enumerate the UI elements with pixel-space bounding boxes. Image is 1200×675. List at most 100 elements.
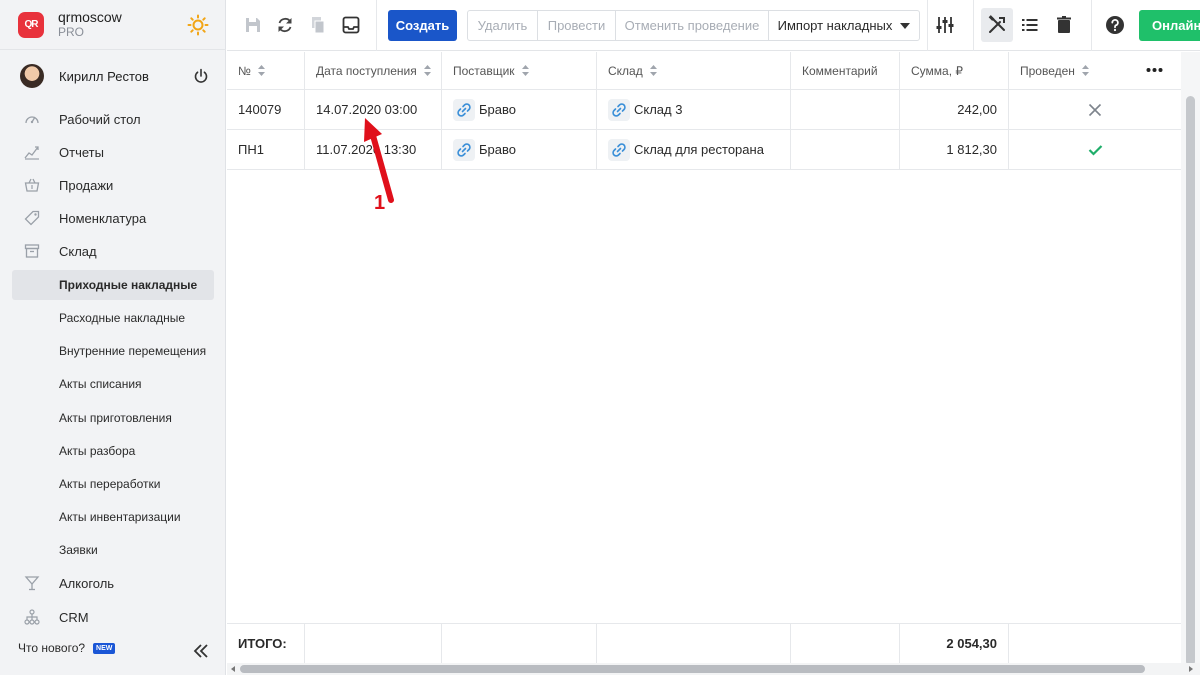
- link-icon[interactable]: [608, 138, 630, 161]
- cell-number: ПН1: [227, 130, 305, 169]
- nav-subitem-processing-acts[interactable]: Акты переработки: [12, 469, 214, 499]
- brand-block[interactable]: QR qrmoscow PRO: [0, 0, 226, 50]
- save-icon[interactable]: [243, 15, 263, 35]
- total-label: ИТОГО:: [227, 624, 305, 663]
- nav-label: Акты приготовления: [59, 411, 172, 425]
- nav-item-nomenclature[interactable]: Номенклатура: [12, 203, 214, 233]
- horizontal-scrollbar[interactable]: [227, 663, 1200, 675]
- user-profile[interactable]: Кирилл Рестов: [0, 58, 226, 94]
- nav-item-warehouse[interactable]: Склад: [12, 236, 214, 266]
- create-button[interactable]: Создать: [388, 10, 457, 41]
- column-header-comment[interactable]: Комментарий: [791, 52, 900, 89]
- horizontal-scroll-thumb[interactable]: [240, 665, 1145, 673]
- scroll-right-arrow-icon[interactable]: [1189, 666, 1193, 672]
- brand-plan: PRO: [58, 24, 85, 39]
- cell-warehouse: Склад для ресторана: [597, 130, 791, 169]
- whats-new-link[interactable]: Что нового? NEW: [18, 641, 116, 655]
- nav-label: Приходные накладные: [59, 278, 198, 292]
- warehouse-name: Склад для ресторана: [634, 142, 764, 157]
- unpost-button[interactable]: Отменить проведение: [616, 11, 769, 40]
- column-header-warehouse[interactable]: Склад: [597, 52, 791, 89]
- org-chart-icon: [24, 609, 40, 625]
- help-icon[interactable]: [1105, 15, 1125, 35]
- nav-item-sales[interactable]: Продажи: [12, 170, 214, 200]
- link-icon[interactable]: [453, 138, 475, 161]
- column-header-sum[interactable]: Сумма, ₽: [900, 52, 1009, 89]
- posted-check-icon: [1088, 144, 1102, 156]
- supplier-name: Браво: [479, 102, 516, 117]
- scroll-left-arrow-icon[interactable]: [231, 666, 235, 672]
- nav-item-dashboard[interactable]: Рабочий стол: [12, 104, 214, 134]
- list-icon[interactable]: [1020, 15, 1040, 35]
- trash-icon[interactable]: [1054, 15, 1074, 35]
- post-button[interactable]: Провести: [538, 11, 616, 40]
- nav-item-crm[interactable]: CRM: [12, 602, 214, 632]
- nav-subitem-internal-transfers[interactable]: Внутренние перемещения: [12, 336, 214, 366]
- nav-label: Рабочий стол: [59, 111, 141, 127]
- column-header-date[interactable]: Дата поступления: [305, 52, 442, 89]
- cocktail-icon: [24, 576, 40, 591]
- link-icon[interactable]: [453, 98, 475, 121]
- nav-subitem-incoming-invoices[interactable]: Приходные накладные: [12, 270, 214, 300]
- table-header: № Дата поступления Поставщик Склад Комме…: [227, 52, 1181, 90]
- power-icon[interactable]: [193, 68, 209, 84]
- nav-label: Расходные накладные: [59, 311, 186, 325]
- cell-date: 11.07.2020 13:30: [305, 130, 442, 169]
- nav-label: CRM: [59, 609, 89, 625]
- collapse-sidebar-icon[interactable]: [193, 644, 209, 658]
- table-row[interactable]: ПН1 11.07.2020 13:30 Браво Склад для рес…: [227, 130, 1181, 170]
- toolbar: Создать Удалить Провести Отменить провед…: [227, 0, 1200, 51]
- reports-icon: [24, 146, 39, 160]
- more-options-icon[interactable]: [1146, 67, 1163, 73]
- nav-subitem-requests[interactable]: Заявки: [12, 535, 214, 565]
- nav-subitem-cooking-acts[interactable]: Акты приготовления: [12, 403, 214, 433]
- chevron-down-icon: [900, 22, 911, 29]
- filter-sliders-icon[interactable]: [935, 15, 955, 35]
- column-header-supplier[interactable]: Поставщик: [442, 52, 597, 89]
- cell-sum: 242,00: [900, 90, 1009, 129]
- cell-supplier: Браво: [442, 130, 597, 169]
- brand-name: qrmoscow: [58, 8, 122, 25]
- nav-subitem-inventory-acts[interactable]: Акты инвентаризации: [12, 502, 214, 532]
- new-badge: NEW: [93, 642, 116, 654]
- cell-sum: 1 812,30: [900, 130, 1009, 169]
- inbox-icon[interactable]: [341, 15, 361, 35]
- brand-logo: QR: [18, 11, 44, 38]
- cell-supplier: Браво: [442, 90, 597, 129]
- tools-icon[interactable]: [987, 15, 1007, 35]
- vertical-scroll-thumb[interactable]: [1186, 96, 1195, 666]
- import-invoices-dropdown[interactable]: Импорт накладных: [769, 11, 919, 40]
- warehouse-name: Склад 3: [634, 102, 683, 117]
- copy-icon[interactable]: [308, 15, 328, 35]
- vertical-scrollbar[interactable]: [1181, 52, 1200, 666]
- sidebar: QR qrmoscow PRO Кирилл Рестов Рабочий ст…: [0, 0, 226, 675]
- nav-label: Склад: [59, 243, 97, 259]
- sort-icon: [649, 65, 657, 76]
- nav-subitem-outgoing-invoices[interactable]: Расходные накладные: [12, 303, 214, 333]
- nav-item-reports[interactable]: Отчеты: [12, 137, 214, 167]
- avatar: [20, 64, 44, 88]
- nav-item-alcohol[interactable]: Алкоголь: [12, 568, 214, 598]
- link-icon[interactable]: [608, 98, 630, 121]
- column-header-number[interactable]: №: [227, 52, 305, 89]
- table-row[interactable]: 140079 14.07.2020 03:00 Браво Склад 3 24…: [227, 90, 1181, 130]
- online-button[interactable]: Онлайн: [1139, 10, 1200, 41]
- nav-label: Заявки: [59, 543, 98, 557]
- nav-label: Акты списания: [59, 377, 142, 391]
- refresh-icon[interactable]: [275, 15, 295, 35]
- cell-posted: [1009, 130, 1181, 169]
- sort-icon: [257, 65, 265, 76]
- sort-icon: [521, 65, 529, 76]
- theme-sun-icon[interactable]: [187, 14, 209, 36]
- nav-subitem-disassembly-acts[interactable]: Акты разбора: [12, 436, 214, 466]
- delete-button[interactable]: Удалить: [468, 11, 538, 40]
- nav-label: Акты разбора: [59, 444, 136, 458]
- document-actions-group: Удалить Провести Отменить проведение Имп…: [467, 10, 920, 41]
- cell-comment: [791, 90, 900, 129]
- import-label: Импорт накладных: [777, 18, 893, 33]
- table-total-row: ИТОГО: 2 054,30: [227, 623, 1181, 663]
- nav-label: Акты переработки: [59, 477, 161, 491]
- annotation-label: 1: [374, 192, 386, 214]
- nav-subitem-write-offs[interactable]: Акты списания: [12, 369, 214, 399]
- nav-label: Алкоголь: [59, 575, 115, 591]
